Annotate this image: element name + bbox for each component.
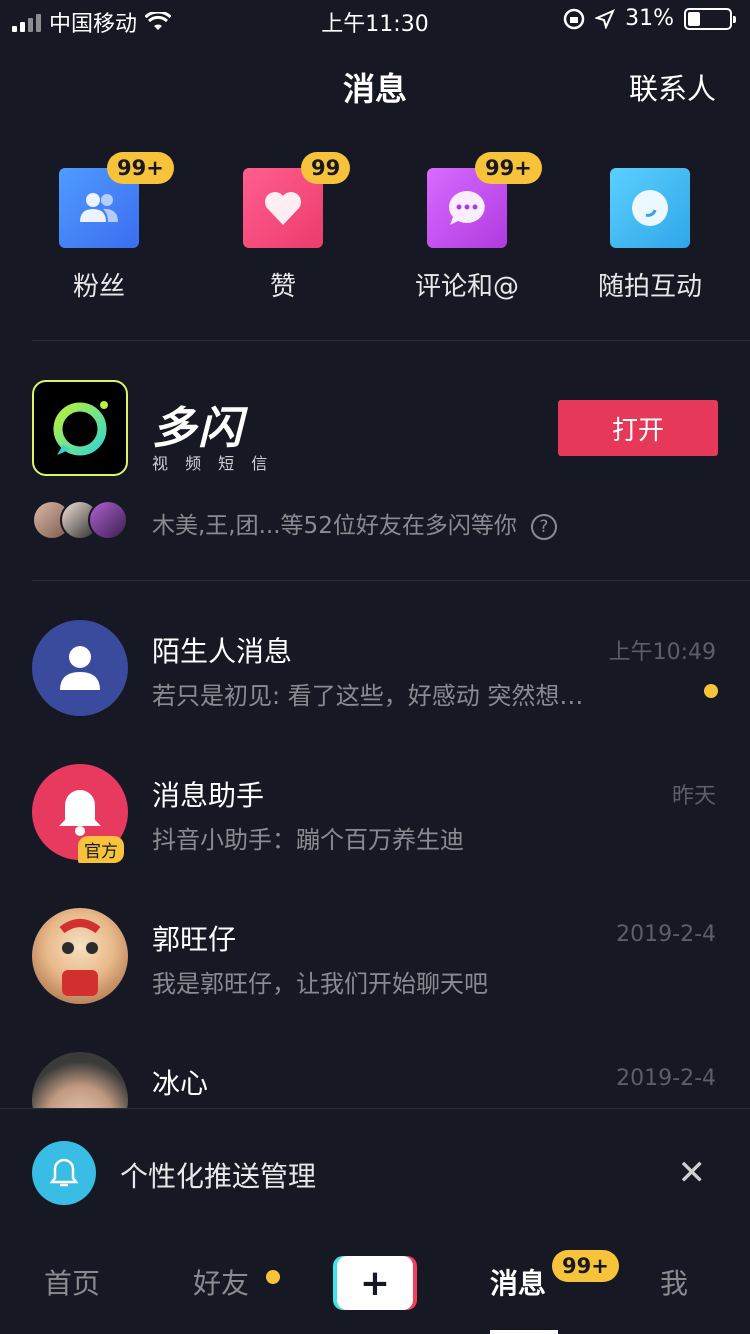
friends-dot — [266, 1270, 280, 1284]
message-name: 冰心 — [152, 1067, 209, 1100]
fans-label: 粉丝 — [72, 272, 125, 302]
quick-actions: 99+ 粉丝 99 赞 99+ 评论和@ 随拍互动 — [0, 150, 750, 310]
header: 消息 联系人 — [0, 60, 750, 110]
contacts-button[interactable]: 联系人 — [629, 66, 716, 108]
push-management-text: 个性化推送管理 — [120, 1160, 317, 1193]
message-preview: 我是郭旺仔，让我们开始聊天吧 — [152, 970, 488, 998]
snap-label: 随拍互动 — [597, 272, 702, 302]
active-tab-indicator — [490, 1330, 558, 1334]
message-name: 陌生人消息 — [152, 635, 293, 668]
fans-icon: 99+ — [59, 152, 174, 248]
tab-messages[interactable]: 消息 — [490, 1262, 546, 1302]
duoshan-logo-icon — [32, 380, 128, 476]
tab-bar: 首页 好友 + 消息 99+ 我 — [0, 1240, 750, 1334]
notification-bell-icon — [32, 1141, 96, 1205]
comment-icon: 99+ — [427, 152, 542, 248]
duoshan-name: 多闪 — [152, 403, 244, 454]
message-name: 消息助手 — [152, 779, 265, 812]
list-item[interactable]: 郭旺仔 我是郭旺仔，让我们开始聊天吧 2019-2-4 — [0, 908, 750, 1018]
fans-badge: 99+ — [107, 152, 174, 184]
plus-icon: + — [337, 1256, 413, 1310]
status-bar: 中国移动 上午11:30 31% — [0, 0, 750, 40]
avatar — [32, 908, 128, 1004]
create-button[interactable]: + — [333, 1256, 417, 1310]
messages-badge: 99+ — [552, 1250, 619, 1282]
duoshan-subtitle: 视 频 短 信 — [152, 454, 274, 473]
message-preview: 抖音小助手：蹦个百万养生迪 — [152, 826, 464, 854]
friend-avatars — [32, 500, 128, 540]
quick-comments[interactable]: 99+ 评论和@ — [377, 150, 557, 303]
message-name: 郭旺仔 — [152, 923, 237, 956]
comments-badge: 99+ — [475, 152, 542, 184]
snap-icon — [610, 168, 690, 248]
battery-percent: 31% — [625, 6, 674, 31]
likes-label: 赞 — [269, 272, 296, 302]
location-icon — [595, 8, 616, 29]
heart-icon: 99 — [243, 152, 351, 248]
list-item[interactable]: 陌生人消息 若只是初见: 看了这些，好感动 突然想… 上午10:49 — [0, 620, 750, 730]
list-item[interactable]: 官方 消息助手 抖音小助手：蹦个百万养生迪 昨天 — [0, 764, 750, 874]
friends-invite-text: 木美,王,团...等52位好友在多闪等你? — [152, 506, 557, 540]
tab-friends[interactable]: 好友 — [193, 1262, 249, 1302]
stranger-avatar-icon — [32, 620, 128, 716]
close-icon[interactable]: ✕ — [678, 1153, 707, 1193]
likes-badge: 99 — [301, 152, 351, 184]
battery-icon — [684, 7, 736, 30]
open-button[interactable]: 打开 — [558, 400, 718, 456]
quick-likes[interactable]: 99 赞 — [193, 150, 373, 303]
official-badge: 官方 — [78, 836, 124, 863]
message-time: 2019-2-4 — [616, 1066, 716, 1091]
message-time: 2019-2-4 — [616, 922, 716, 947]
message-preview: 若只是初见: 看了这些，好感动 突然想… — [152, 682, 584, 710]
unread-dot — [704, 684, 718, 698]
message-time: 昨天 — [671, 784, 716, 809]
status-right: 31% — [563, 6, 736, 31]
tab-me[interactable]: 我 — [660, 1262, 688, 1302]
avatar — [88, 500, 128, 540]
divider — [32, 340, 750, 341]
rotation-lock-icon — [563, 8, 585, 29]
divider — [32, 580, 750, 581]
duoshan-promo: 多闪 视 频 短 信 打开 木美,王,团...等52位好友在多闪等你? — [0, 378, 750, 558]
comments-label: 评论和@ — [414, 272, 519, 302]
tab-home[interactable]: 首页 — [44, 1262, 100, 1302]
message-time: 上午10:49 — [608, 640, 716, 665]
help-icon[interactable]: ? — [530, 513, 557, 540]
quick-snap[interactable]: 随拍互动 — [560, 150, 740, 303]
friends-text: 木美,王,团...等52位好友在多闪等你 — [152, 513, 517, 539]
quick-fans[interactable]: 99+ 粉丝 — [9, 150, 189, 303]
